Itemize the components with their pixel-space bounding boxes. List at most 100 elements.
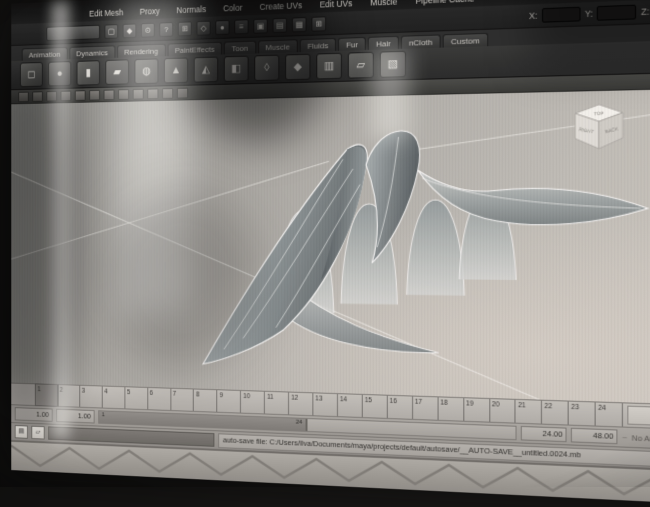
poly-sphere-tool[interactable]: ● [48, 61, 71, 86]
timeline-frame-9[interactable]: 9 [218, 390, 242, 412]
frame-label-22: 22 [544, 403, 552, 411]
poly-helix-tool[interactable]: ◊ [254, 55, 279, 81]
render-settings-icon[interactable]: ▦ [292, 17, 307, 32]
render-icon[interactable]: ▣ [253, 18, 267, 33]
shelf-tab-toon[interactable]: Toon [224, 41, 256, 55]
field-chart-icon[interactable] [89, 89, 100, 100]
playback-end-field[interactable]: 24.00 [521, 426, 567, 442]
menu-edit-mesh[interactable]: Edit Mesh [87, 7, 125, 20]
menu-create-uvs[interactable]: Create UVs [258, 0, 304, 13]
timeline-frame-16[interactable]: 16 [388, 396, 413, 419]
poly-extrude-tool[interactable]: ▥ [316, 53, 342, 80]
timeline-frame-15[interactable]: 15 [363, 395, 388, 418]
snap-to-curve-icon[interactable]: ◇ [197, 20, 211, 35]
timeline-frame-4[interactable]: 4 [102, 386, 125, 408]
shelf-tab-fluids[interactable]: Fluids [300, 38, 337, 52]
select-by-hierarchy-icon[interactable]: ◆ [123, 23, 137, 38]
timeline-frame-11[interactable]: 11 [265, 392, 289, 415]
ipr-render-icon[interactable]: ▤ [273, 17, 288, 32]
shelf-tab-ncloth[interactable]: nCloth [401, 34, 441, 48]
menu-edit-uvs[interactable]: Edit UVs [318, 0, 355, 11]
command-line-icon[interactable]: ▱ [31, 426, 44, 440]
menu-muscle[interactable]: Muscle [368, 0, 399, 9]
select-by-component-icon[interactable]: ? [159, 22, 173, 37]
frame-label-16: 16 [390, 398, 397, 405]
timeline-frame-20[interactable]: 20 [490, 399, 516, 423]
shelf-tab-fur[interactable]: Fur [338, 37, 366, 51]
anim-start-field[interactable]: 1.00 [56, 409, 94, 424]
perspective-viewport[interactable]: TOP RIGHT BACK [11, 89, 650, 405]
poly-torus-tool[interactable]: ◍ [135, 58, 159, 84]
axis-input-y[interactable] [597, 5, 636, 21]
poly-cylinder-tool[interactable]: ▮ [77, 60, 100, 85]
script-editor-icon[interactable]: ▤ [15, 425, 28, 439]
poly-prism-tool[interactable]: ◆ [285, 54, 310, 81]
poly-plane-tool[interactable]: ▰ [105, 59, 129, 85]
poly-cone-tool[interactable]: ▲ [164, 57, 188, 83]
snap-to-point-icon[interactable]: ● [215, 19, 229, 34]
resolution-gate-icon[interactable] [61, 90, 72, 101]
current-time-field[interactable]: 1.00 [627, 406, 650, 427]
frame-label-11: 11 [267, 394, 274, 401]
timeline-frame-19[interactable]: 19 [464, 398, 490, 421]
timeline-frame-13[interactable]: 13 [313, 393, 338, 416]
menu-normals[interactable]: Normals [175, 3, 208, 16]
shaded-icon[interactable] [147, 88, 158, 99]
timeline-frame-17[interactable]: 17 [413, 397, 438, 420]
selection-mask-icon[interactable]: ▢ [104, 24, 118, 39]
shelf-tab-muscle[interactable]: Muscle [258, 39, 298, 53]
menu-color[interactable]: Color [221, 2, 244, 15]
axis-label-z: Z: [641, 6, 649, 17]
timeline-frame-22[interactable]: 22 [542, 401, 569, 425]
frame-label-4: 4 [104, 388, 107, 395]
safe-title-icon[interactable] [118, 89, 129, 100]
poly-cube-tool[interactable]: ◻ [20, 62, 43, 87]
playback-start-field[interactable]: 1.00 [15, 407, 53, 422]
gate-mask-icon[interactable] [75, 90, 86, 101]
safe-action-icon[interactable] [104, 89, 115, 100]
timeline-frame-18[interactable]: 18 [438, 397, 464, 420]
timeline-frame-10[interactable]: 10 [241, 391, 265, 413]
snap-to-grid-icon[interactable]: ⊞ [178, 21, 192, 36]
menu-proxy[interactable]: Proxy [138, 5, 162, 18]
anim-layer-dropdown[interactable]: No Anim La [632, 433, 650, 445]
frame-label-2: 2 [60, 387, 63, 394]
wireframe-icon[interactable] [133, 88, 144, 99]
timeline-frame-7[interactable]: 7 [171, 389, 194, 411]
quick-layout-icon[interactable]: ⊞ [311, 16, 326, 31]
frame-label-14: 14 [340, 396, 347, 403]
poly-smooth-tool[interactable]: ▧ [380, 51, 406, 78]
poly-bridge-tool[interactable]: ▱ [348, 52, 374, 79]
textured-icon[interactable] [162, 88, 173, 99]
timeline-frame-5[interactable]: 5 [125, 387, 148, 409]
timeline-frame-3[interactable]: 3 [80, 386, 102, 408]
frame-label-13: 13 [315, 395, 322, 402]
frame-label-7: 7 [173, 391, 176, 398]
menu-set-dropdown[interactable] [46, 24, 100, 40]
anim-end-field[interactable]: 48.00 [571, 428, 618, 444]
history-icon[interactable]: ≡ [234, 19, 248, 34]
timeline-frame-12[interactable]: 12 [289, 393, 313, 416]
film-gate-icon[interactable] [46, 90, 57, 101]
shelf-tab-hair[interactable]: Hair [368, 36, 399, 50]
poly-pyramid-tool[interactable]: ◭ [194, 57, 218, 83]
timeline-frame-8[interactable]: 8 [194, 389, 217, 411]
axis-label-y: Y: [585, 8, 593, 19]
frame-label-19: 19 [466, 400, 473, 407]
timeline-frame-24[interactable]: 24 [596, 402, 623, 426]
timeline-frame-21[interactable]: 21 [516, 400, 542, 424]
timeline-frame-2[interactable]: 2 [58, 385, 80, 407]
grid-toggle-icon[interactable] [32, 91, 43, 102]
poly-pipe-tool[interactable]: ◧ [224, 56, 249, 82]
view-cube[interactable]: TOP RIGHT BACK [569, 101, 630, 157]
timeline-frame-6[interactable]: 6 [148, 388, 171, 410]
timeline-frame-23[interactable]: 23 [569, 402, 596, 426]
nurbs-model-canvas [11, 89, 650, 405]
lighting-icon[interactable] [177, 87, 188, 98]
anim-layer-icon[interactable]: ~ [622, 432, 627, 442]
camera-lock-icon[interactable] [18, 91, 29, 102]
timeline-frame-14[interactable]: 14 [338, 394, 363, 417]
axis-input-x[interactable] [542, 7, 581, 23]
timeline-frame-1[interactable]: 1 [36, 384, 58, 406]
select-by-object-icon[interactable]: ⊙ [141, 22, 155, 37]
